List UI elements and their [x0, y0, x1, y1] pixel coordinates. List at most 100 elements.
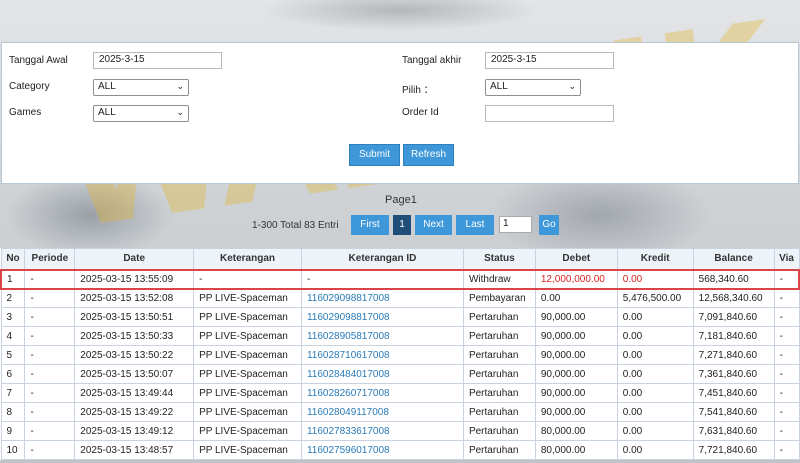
cell-keterangan: PP LIVE-Spaceman: [193, 326, 302, 346]
cell-status: Pertaruhan: [462, 383, 536, 403]
submit-button[interactable]: Submit: [349, 144, 400, 166]
header-keterangan-id[interactable]: Keterangan ID: [300, 248, 464, 270]
header-no[interactable]: No: [0, 248, 26, 270]
table-row: 8-2025-03-15 13:49:22 PP LIVE-Spaceman 116…: [0, 402, 800, 422]
cell-via: -: [773, 288, 800, 308]
tanggal-awal-input[interactable]: 2025-3-15: [93, 52, 222, 69]
cell-balance: 568,340.60: [692, 268, 775, 290]
cell-date: 2025-03-15 13:49:12: [74, 421, 195, 441]
header-keterangan[interactable]: Keterangan: [193, 248, 302, 270]
cell-date: 2025-03-15 13:50:33: [74, 326, 195, 346]
cell-date: 2025-03-15 13:55:09: [74, 268, 195, 290]
cell-keterangan-id[interactable]: 116027833617008: [300, 421, 464, 441]
cell-date: 2025-03-15 13:49:44: [74, 383, 195, 403]
table-row: 6-2025-03-15 13:50:07 PP LIVE-Spaceman 116…: [0, 364, 800, 384]
cell-balance: 7,631,840.60: [692, 421, 775, 441]
pilih-label: Pilih ：: [402, 85, 434, 96]
table-row: 10-2025-03-15 13:48:57 PP LIVE-Spaceman 11…: [0, 440, 800, 460]
go-button[interactable]: Go: [539, 215, 559, 235]
cell-kredit: 0.00: [616, 440, 694, 460]
cell-no: 8: [0, 402, 26, 422]
refresh-button[interactable]: Refresh: [403, 144, 454, 166]
games-select-value: ALL: [98, 107, 116, 118]
cell-keterangan-id[interactable]: 116028905817008: [300, 326, 464, 346]
total-entries: 1-300 Total 83 Entri: [252, 220, 339, 231]
cell-kredit: 0.00: [616, 421, 694, 441]
cell-status: Pertaruhan: [462, 402, 536, 422]
cell-no: 5: [0, 345, 26, 365]
cell-keterangan-id[interactable]: 116028260717008: [300, 383, 464, 403]
cell-debet: 90,000.00: [534, 402, 618, 422]
cell-status: Pertaruhan: [462, 421, 536, 441]
cell-keterangan-id[interactable]: 116027596017008: [300, 440, 464, 460]
cell-no: 7: [0, 383, 26, 403]
cell-keterangan: PP LIVE-Spaceman: [193, 288, 302, 308]
cell-debet: 90,000.00: [534, 345, 618, 365]
cell-keterangan: PP LIVE-Spaceman: [193, 364, 302, 384]
header-status[interactable]: Status: [462, 248, 536, 270]
cell-no: 1: [0, 268, 26, 290]
header-via[interactable]: Via: [773, 248, 800, 270]
table-row: 4-2025-03-15 13:50:33 PP LIVE-Spaceman 116…: [0, 326, 800, 346]
cell-balance: 7,451,840.60: [692, 383, 775, 403]
filter-panel: Tanggal Awal 2025-3-15 Tanggal akhir 202…: [1, 42, 799, 184]
cell-debet: 12,000,000.00: [534, 268, 618, 290]
cell-periode: -: [24, 402, 76, 422]
cell-no: 6: [0, 364, 26, 384]
cell-periode: -: [24, 421, 76, 441]
cell-date: 2025-03-15 13:48:57: [74, 440, 195, 460]
goto-page-input[interactable]: 1: [499, 216, 532, 233]
cell-keterangan-id[interactable]: 116029098817008: [300, 288, 464, 308]
tanggal-awal-label: Tanggal Awal: [9, 55, 68, 66]
header-kredit[interactable]: Kredit: [616, 248, 694, 270]
cell-keterangan: PP LIVE-Spaceman: [193, 345, 302, 365]
cell-debet: 90,000.00: [534, 383, 618, 403]
cell-balance: 7,541,840.60: [692, 402, 775, 422]
table-header-row: No Periode Date Keterangan Keterangan ID…: [0, 248, 800, 270]
cell-date: 2025-03-15 13:50:51: [74, 307, 195, 327]
cell-debet: 90,000.00: [534, 307, 618, 327]
table-body: 1-2025-03-15 13:55:09- - Withdraw 12,000,00…: [0, 268, 800, 460]
cell-no: 10: [0, 440, 26, 460]
games-label: Games: [9, 107, 42, 118]
last-page-button[interactable]: Last: [456, 215, 494, 235]
first-page-button[interactable]: First: [351, 215, 389, 235]
games-select[interactable]: ALL ⌄: [93, 105, 189, 122]
header-date[interactable]: Date: [74, 248, 195, 270]
tanggal-akhir-input[interactable]: 2025-3-15: [485, 52, 614, 69]
cell-debet: 90,000.00: [534, 326, 618, 346]
cell-kredit: 0.00: [616, 345, 694, 365]
header-balance[interactable]: Balance: [692, 248, 775, 270]
header-periode[interactable]: Periode: [24, 248, 76, 270]
header-debet[interactable]: Debet: [534, 248, 618, 270]
cell-status: Pertaruhan: [462, 364, 536, 384]
current-page-button[interactable]: 1: [393, 215, 411, 235]
cell-keterangan-id[interactable]: 116028049117008: [300, 402, 464, 422]
cell-keterangan-id[interactable]: 116028710617008: [300, 345, 464, 365]
cell-balance: 7,271,840.60: [692, 345, 775, 365]
cell-status: Pertaruhan: [462, 307, 536, 327]
category-label: Category: [9, 81, 50, 92]
cell-periode: -: [24, 268, 76, 290]
cell-via: -: [773, 364, 800, 384]
cell-keterangan-id[interactable]: 116029098817008: [300, 307, 464, 327]
cell-no: 4: [0, 326, 26, 346]
category-select[interactable]: ALL ⌄: [93, 79, 189, 96]
cell-status: Pertaruhan: [462, 440, 536, 460]
page-title: Page1: [385, 194, 417, 206]
chevron-down-icon: ⌄: [176, 81, 184, 91]
pilih-select[interactable]: ALL ⌄: [485, 79, 581, 96]
order-id-label: Order Id: [402, 107, 439, 118]
order-id-input[interactable]: [485, 105, 614, 122]
cell-kredit: 0.00: [616, 268, 694, 290]
cell-status: Withdraw: [462, 268, 536, 290]
cell-kredit: 0.00: [616, 383, 694, 403]
cell-keterangan-id[interactable]: 116028484017008: [300, 364, 464, 384]
cell-periode: -: [24, 440, 76, 460]
next-page-button[interactable]: Next: [415, 215, 452, 235]
tanggal-akhir-label: Tanggal akhir: [402, 55, 462, 66]
table-row: 5-2025-03-15 13:50:22 PP LIVE-Spaceman 116…: [0, 345, 800, 365]
table-row: 9-2025-03-15 13:49:12 PP LIVE-Spaceman 116…: [0, 421, 800, 441]
cell-kredit: 0.00: [616, 364, 694, 384]
chevron-down-icon: ⌄: [176, 107, 184, 117]
